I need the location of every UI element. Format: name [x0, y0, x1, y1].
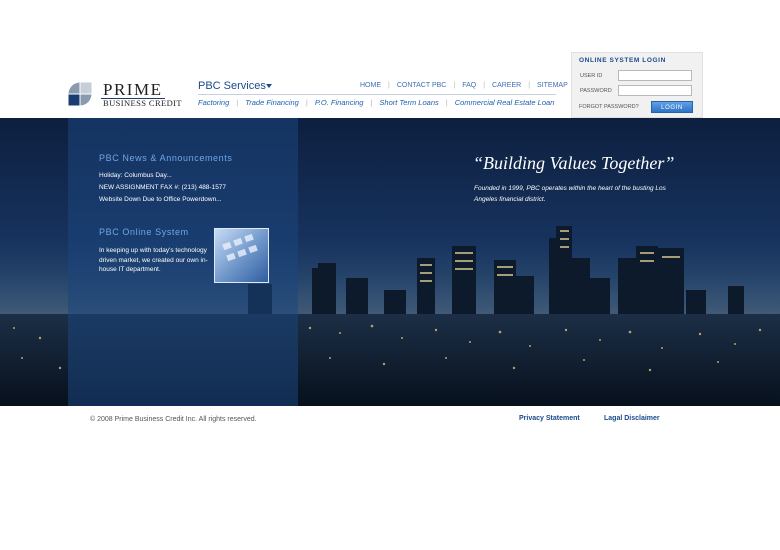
news-item[interactable]: NEW ASSIGNMENT FAX #: (213) 488-1577 — [99, 184, 226, 191]
service-factoring[interactable]: Factoring — [198, 98, 229, 107]
forgot-password-link[interactable]: FORGOT PASSWORD? — [579, 104, 639, 110]
privacy-statement-link[interactable]: Privacy Statement — [519, 415, 580, 422]
nav-separator: | — [388, 82, 390, 89]
logo-subtitle: BUSINESS CREDIT — [103, 98, 182, 108]
legal-disclaimer-link[interactable]: Lagal Disclaimer — [604, 415, 660, 422]
online-system-heading: PBC Online System — [99, 227, 189, 237]
nav-separator: | — [305, 98, 308, 107]
news-item[interactable]: Website Down Due to Office Powerdown... — [99, 196, 222, 203]
copyright-text: © 2008 Prime Business Credit Inc. All ri… — [90, 416, 257, 423]
keyboard-icon — [222, 233, 258, 262]
nav-sitemap[interactable]: SITEMAP — [537, 82, 568, 89]
nav-faq[interactable]: FAQ — [462, 82, 476, 89]
user-id-input[interactable] — [618, 70, 692, 81]
hero-description: Founded in 1999, PBC operates within the… — [474, 185, 666, 203]
hero-tagline: “Building Values Together” — [473, 153, 675, 173]
nav-separator: | — [236, 98, 239, 107]
services-menu-title[interactable]: PBC Services — [198, 80, 266, 92]
online-system-description: In keeping up with today's technology dr… — [99, 247, 208, 273]
nav-contact[interactable]: CONTACT PBC — [397, 82, 447, 89]
service-po-financing[interactable]: P.O. Financing — [315, 98, 364, 107]
nav-separator: | — [445, 98, 448, 107]
services-nav: Factoring | Trade Financing | P.O. Financi… — [198, 98, 554, 107]
news-heading: PBC News & Announcements — [99, 153, 233, 163]
nav-separator: | — [483, 82, 486, 89]
service-short-term-loans[interactable]: Short Term Loans — [379, 98, 438, 107]
user-id-label: USER ID — [580, 73, 603, 79]
login-button[interactable]: LOGIN — [651, 101, 693, 113]
nav-separator: | — [370, 98, 373, 107]
news-item[interactable]: Holiday: Columbus Day... — [99, 172, 172, 179]
chevron-down-icon[interactable] — [266, 84, 272, 88]
nav-career[interactable]: CAREER — [492, 82, 521, 89]
password-label: PASSWORD — [580, 88, 612, 94]
logo-icon — [68, 82, 92, 106]
top-nav: HOME | CONTACT PBC | FAQ | CAREER | SITEMAP — [360, 82, 568, 89]
nav-separator: | — [528, 82, 531, 89]
login-title: ONLINE SYSTEM LOGIN — [579, 57, 666, 64]
nav-separator: | — [453, 82, 456, 89]
service-trade-financing[interactable]: Trade Financing — [245, 98, 299, 107]
logo-name[interactable]: PRIME — [103, 80, 162, 100]
nav-home[interactable]: HOME — [360, 82, 381, 89]
service-commercial-real-estate[interactable]: Commercial Real Estate Loan — [455, 98, 555, 107]
password-input[interactable] — [618, 85, 692, 96]
keyboard-thumbnail-image[interactable] — [214, 228, 269, 283]
header-divider — [198, 94, 556, 95]
